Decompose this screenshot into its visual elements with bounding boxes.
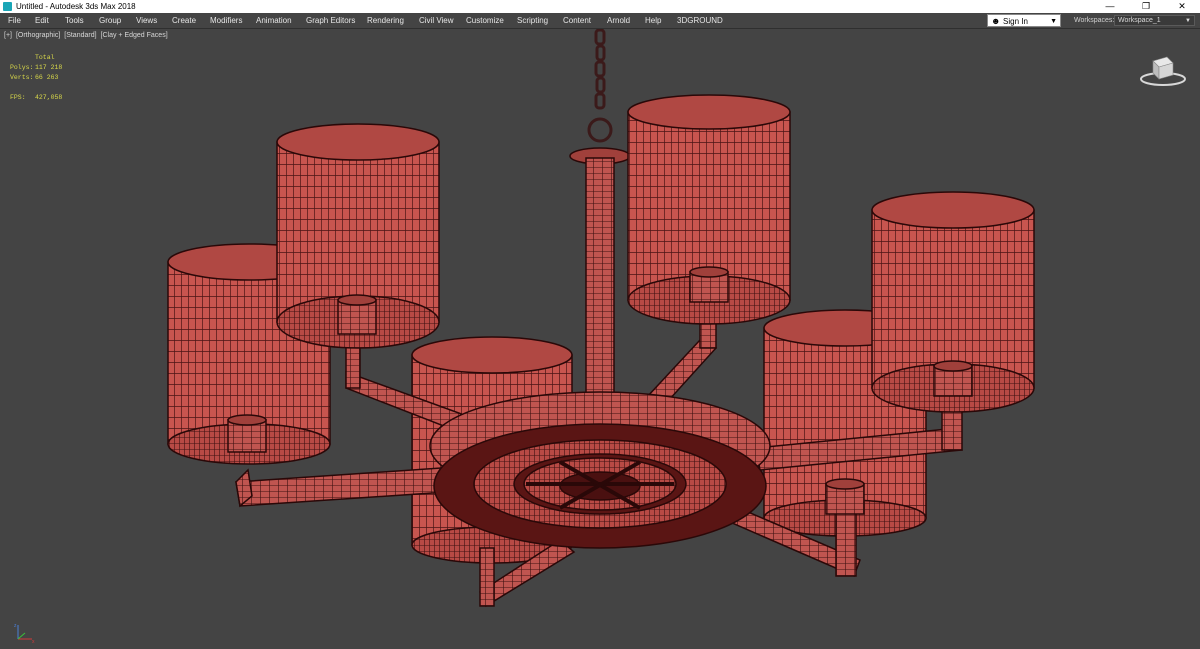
workspace-value: Workspace_1 — [1118, 17, 1161, 24]
menu-rendering[interactable]: Rendering — [367, 13, 404, 28]
minimize-button[interactable]: — — [1092, 0, 1128, 13]
menu-content[interactable]: Content — [563, 13, 591, 28]
polys-value: 117 218 — [35, 64, 63, 71]
restore-button[interactable]: ❐ — [1128, 0, 1164, 13]
polys-label: Polys: — [10, 64, 34, 71]
workspace-select[interactable]: Workspace_1 ▼ — [1114, 15, 1195, 26]
sign-in-dropdown[interactable]: ☻ Sign In ▼ — [987, 14, 1061, 27]
hub-ring — [429, 391, 771, 549]
app-icon — [3, 2, 12, 11]
menu-arnold[interactable]: Arnold — [607, 13, 630, 28]
fps-value: 427,058 — [35, 94, 63, 101]
central-stem — [569, 147, 631, 419]
svg-text:z: z — [14, 623, 17, 629]
sign-in-label: Sign In — [1003, 17, 1028, 26]
user-icon: ☻ — [991, 16, 1001, 26]
menu-tools[interactable]: Tools — [65, 13, 84, 28]
axis-tripod-icon: x z — [14, 623, 35, 645]
chain — [587, 29, 613, 143]
menu-help[interactable]: Help — [645, 13, 661, 28]
viewport-menu-button[interactable]: [+] — [4, 32, 12, 39]
menu-3dground[interactable]: 3DGROUND — [677, 13, 723, 28]
chevron-down-icon: ▼ — [1185, 18, 1191, 24]
viewport[interactable]: [+] [Orthographic] [Standard] [Clay + Ed… — [0, 29, 1200, 649]
menu-graph-editors[interactable]: Graph Editors — [306, 13, 355, 28]
viewcube-icon[interactable] — [1138, 51, 1188, 91]
menu-animation[interactable]: Animation — [256, 13, 292, 28]
point-of-view-button[interactable]: [Orthographic] — [16, 32, 60, 39]
close-button[interactable]: ✕ — [1164, 0, 1200, 13]
menu-scripting[interactable]: Scripting — [517, 13, 548, 28]
svg-text:x: x — [32, 639, 35, 645]
display-method-button[interactable]: [Clay + Edged Faces] — [101, 32, 168, 39]
chandelier-model[interactable] — [0, 29, 1200, 649]
shading-preset-button[interactable]: [Standard] — [64, 32, 96, 39]
menu-create[interactable]: Create — [172, 13, 196, 28]
title-bar: Untitled - Autodesk 3ds Max 2018 — ❐ ✕ — [0, 0, 1200, 13]
menu-group[interactable]: Group — [99, 13, 121, 28]
window-title: Untitled - Autodesk 3ds Max 2018 — [16, 2, 136, 11]
verts-value: 66 263 — [35, 74, 59, 81]
verts-label: Verts: — [10, 74, 34, 81]
menu-modifiers[interactable]: Modifiers — [210, 13, 242, 28]
statistics-overlay: Total Polys: 117 218 Verts: 66 263 FPS: 427… — [10, 53, 90, 103]
chevron-down-icon: ▼ — [1050, 18, 1057, 25]
menu-edit[interactable]: Edit — [35, 13, 49, 28]
viewport-label: [+] [Orthographic] [Standard] [Clay + Ed… — [4, 32, 170, 39]
menu-file[interactable]: File — [8, 13, 21, 28]
workspaces-label: Workspaces: — [1074, 17, 1115, 24]
menu-customize[interactable]: Customize — [466, 13, 504, 28]
menu-civil-view[interactable]: Civil View — [419, 13, 454, 28]
fps-label: FPS: — [10, 94, 26, 101]
stats-header: Total — [35, 54, 55, 61]
menu-views[interactable]: Views — [136, 13, 157, 28]
